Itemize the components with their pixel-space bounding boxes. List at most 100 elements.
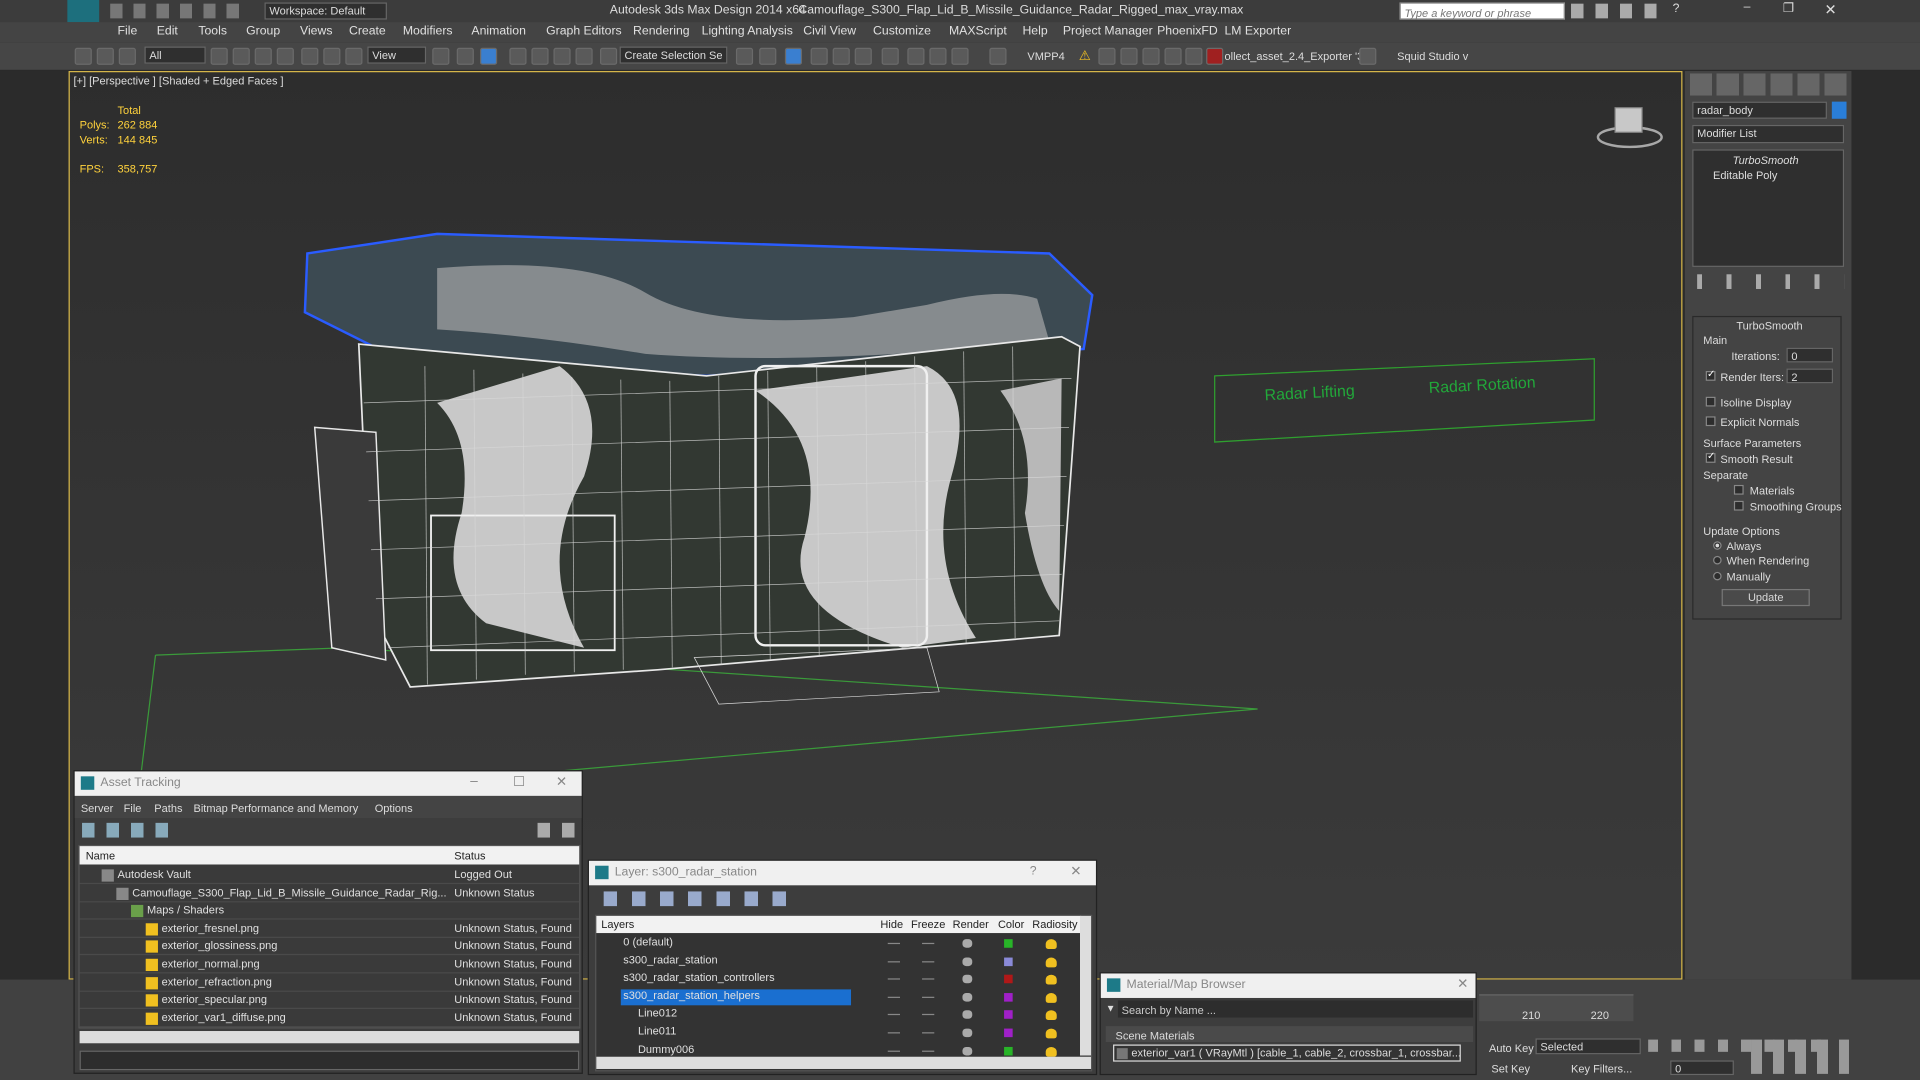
teapot-render-icon[interactable] <box>962 957 973 966</box>
object-color-swatch[interactable] <box>1831 101 1847 119</box>
close-icon[interactable]: ✕ <box>1070 863 1081 879</box>
asset-row[interactable]: Maps / Shaders <box>79 903 580 920</box>
unlink-icon[interactable] <box>96 47 114 65</box>
graphite-toggle-icon[interactable] <box>810 47 828 65</box>
restore-icon[interactable]: ❐ <box>1783 2 1794 15</box>
select-link-icon[interactable] <box>74 47 92 65</box>
set-key-button[interactable]: Set Key <box>1491 1063 1530 1075</box>
infocenter-icons[interactable] <box>1571 3 1669 19</box>
menu-group[interactable]: Group <box>246 24 280 37</box>
layer-row[interactable]: s300_radar_station_helpers <box>596 989 1078 1006</box>
rendered-frame-icon[interactable] <box>929 47 947 65</box>
asset-row[interactable]: Autodesk Vault Logged Out <box>79 867 580 885</box>
layer-vscrollbar[interactable] <box>1080 915 1092 1056</box>
asset-row[interactable]: exterior_specular.png Unknown Status, Fou… <box>79 992 580 1010</box>
asset-row[interactable]: exterior_refraction.png Unknown Status, F… <box>79 974 580 992</box>
modifier-stack[interactable] <box>1692 149 1845 267</box>
menu-graph-editors[interactable]: Graph Editors <box>546 24 622 37</box>
menu-customize[interactable]: Customize <box>873 24 931 37</box>
menu-help[interactable]: Help <box>1022 24 1047 37</box>
rotate-icon[interactable] <box>323 47 341 65</box>
isoline-display-checkbox[interactable] <box>1705 396 1716 407</box>
asset-menu-bitmap[interactable]: Bitmap Performance and Memory <box>193 802 358 814</box>
update-when-rendering-radio[interactable] <box>1713 555 1722 565</box>
menu-modifiers[interactable]: Modifiers <box>403 24 453 37</box>
layer-row[interactable]: s300_radar_station <box>596 953 1078 970</box>
asset-row[interactable]: Camouflage_S300_Flap_Lid_B_Missile_Guida… <box>79 885 580 902</box>
percent-snap-icon[interactable] <box>553 47 571 65</box>
radiosity-icon[interactable] <box>1045 939 1057 949</box>
layer-row[interactable]: Line011 <box>596 1025 1078 1042</box>
layer-col-radiosity[interactable]: Radiosity <box>1032 918 1077 930</box>
asset-menu-paths[interactable]: Paths <box>154 802 182 814</box>
rollout-title[interactable]: TurboSmooth <box>1736 320 1802 332</box>
layer-color-swatch[interactable] <box>1004 939 1013 948</box>
rect-selection-icon[interactable] <box>254 47 272 65</box>
update-manually-radio[interactable] <box>1713 571 1722 581</box>
search-field[interactable]: Type a keyword or phrase <box>1399 2 1565 20</box>
asset-col-name[interactable]: Name <box>86 850 115 862</box>
layer-col-render[interactable]: Render <box>953 918 989 930</box>
menu-project-manager[interactable]: Project Manager <box>1063 24 1153 37</box>
teapot-render-icon[interactable] <box>962 974 973 984</box>
layer-color-swatch[interactable] <box>1004 992 1013 1002</box>
material-browser-titlebar[interactable]: Material/Map Browser ✕ <box>1100 973 1476 998</box>
light-icon[interactable] <box>1120 47 1138 65</box>
render-shortcut-icon[interactable] <box>989 47 1007 65</box>
asset-hscrollbar[interactable] <box>79 1031 580 1044</box>
layer-hide-toggle[interactable] <box>887 942 901 945</box>
layer-freeze-toggle[interactable] <box>922 942 935 945</box>
teapot-render-icon[interactable] <box>962 992 973 1002</box>
window-crossing-icon[interactable] <box>276 47 294 65</box>
teapot-render-icon[interactable] <box>962 1028 973 1038</box>
close-icon[interactable]: ✕ <box>556 774 567 790</box>
render-production-icon[interactable] <box>951 47 969 65</box>
help-icon[interactable]: ? <box>1673 2 1680 15</box>
layer-freeze-toggle[interactable] <box>922 1014 935 1016</box>
command-panel-tabs[interactable] <box>1689 73 1847 96</box>
radiosity-icon[interactable] <box>1045 992 1057 1003</box>
layer-freeze-toggle[interactable] <box>922 1032 935 1034</box>
menu-lm-exporter[interactable]: LM Exporter <box>1224 24 1291 37</box>
layer-freeze-toggle[interactable] <box>922 960 935 962</box>
asset-path-field[interactable] <box>79 1050 580 1071</box>
modifier-list-select[interactable]: Modifier List <box>1692 124 1845 144</box>
explicit-normals-checkbox[interactable] <box>1705 416 1716 427</box>
grid-icon[interactable] <box>1142 47 1160 65</box>
iterations-spinner[interactable]: 0 <box>1786 347 1834 363</box>
ref-coord-select[interactable]: View <box>367 46 427 64</box>
menu-civil-view[interactable]: Civil View <box>803 24 856 37</box>
menu-file[interactable]: File <box>118 24 138 37</box>
material-editor-icon[interactable] <box>881 47 899 65</box>
asset-row[interactable]: exterior_var1_diffuse.png Unknown Status,… <box>79 1010 580 1028</box>
layer-hide-toggle[interactable] <box>887 1050 901 1052</box>
selection-filter-select[interactable]: All <box>144 46 206 64</box>
layer-freeze-toggle[interactable] <box>922 978 935 980</box>
radiosity-icon[interactable] <box>1045 974 1057 985</box>
layer-color-swatch[interactable] <box>1004 1028 1013 1038</box>
radiosity-icon[interactable] <box>1045 1010 1057 1021</box>
exporter-label[interactable]: ollect_asset_2.4_Exporter '3I <box>1224 50 1366 62</box>
align-icon[interactable] <box>759 47 777 65</box>
close-icon[interactable]: ✕ <box>1457 976 1468 992</box>
layer-manager-titlebar[interactable]: Layer: s300_radar_station ? ✕ <box>588 860 1096 886</box>
material-options-icon[interactable]: ▼ <box>1106 1003 1116 1014</box>
timeline-track[interactable] <box>1479 994 1634 1022</box>
object-name-field[interactable]: radar_body <box>1692 101 1827 119</box>
asset-row[interactable]: exterior_normal.png Unknown Status, Found <box>79 956 580 974</box>
asset-row[interactable]: exterior_glossiness.png Unknown Status, F… <box>79 938 580 956</box>
layer-row[interactable]: Line012 <box>596 1007 1078 1024</box>
radiosity-icon[interactable] <box>1045 1046 1057 1057</box>
layer-hscrollbar[interactable] <box>596 1056 1092 1069</box>
exporter-icon[interactable] <box>1206 47 1224 65</box>
menu-tools[interactable]: Tools <box>198 24 227 37</box>
layer-hide-toggle[interactable] <box>887 1032 901 1034</box>
squid-arrows-icon[interactable] <box>1359 47 1377 65</box>
radiosity-icon[interactable] <box>1045 957 1057 967</box>
camera-icon[interactable] <box>1185 47 1203 65</box>
menu-animation[interactable]: Animation <box>471 24 525 37</box>
asset-help-icons[interactable] <box>537 822 577 838</box>
asset-menu-server[interactable]: Server <box>81 802 113 814</box>
layer-hide-toggle[interactable] <box>887 1014 901 1016</box>
select-by-name-icon[interactable] <box>232 47 250 65</box>
